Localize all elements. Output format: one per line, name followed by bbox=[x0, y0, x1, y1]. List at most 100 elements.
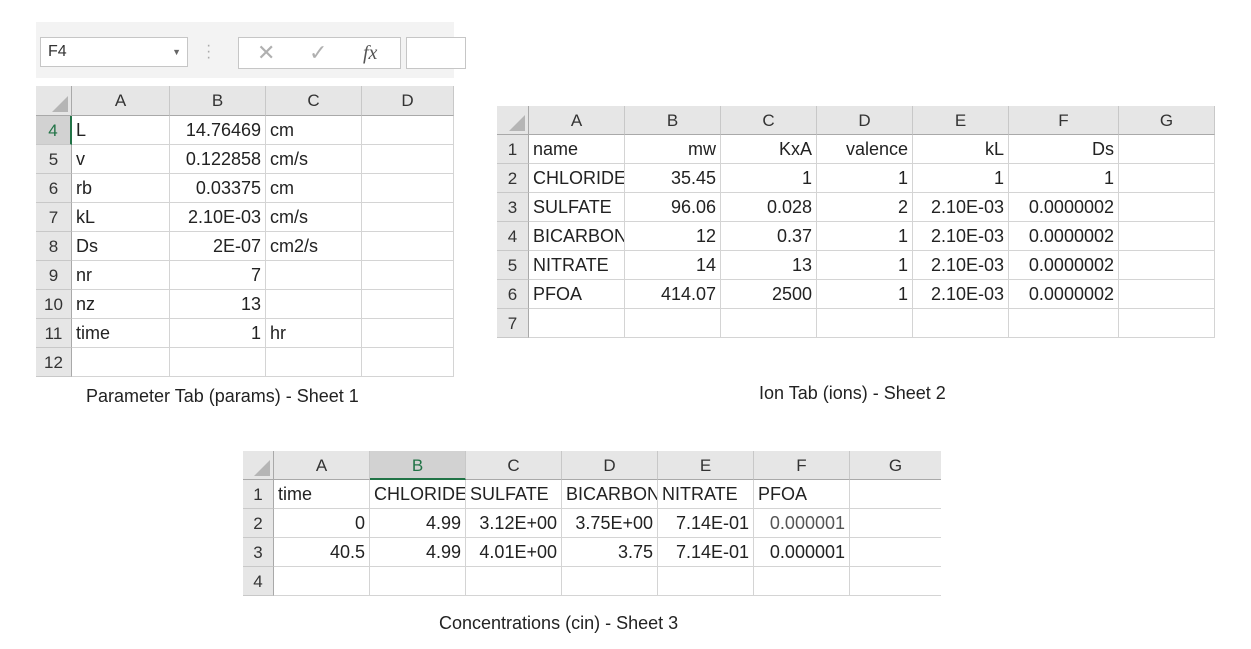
cell-e6[interactable]: 2.10E-03 bbox=[913, 280, 1009, 309]
cell-e4[interactable] bbox=[658, 567, 754, 596]
row-header-4[interactable]: 4 bbox=[36, 116, 72, 145]
row-header-7[interactable]: 7 bbox=[36, 203, 72, 232]
cell-b11[interactable]: 1 bbox=[170, 319, 266, 348]
cell-a9[interactable]: nr bbox=[72, 261, 170, 290]
cell-e1[interactable]: kL bbox=[913, 135, 1009, 164]
cell-g3[interactable] bbox=[1119, 193, 1215, 222]
cell-c7[interactable]: cm/s bbox=[266, 203, 362, 232]
row-header-3[interactable]: 3 bbox=[497, 193, 529, 222]
cell-a10[interactable]: nz bbox=[72, 290, 170, 319]
cell-e4[interactable]: 2.10E-03 bbox=[913, 222, 1009, 251]
cell-d4[interactable]: 1 bbox=[817, 222, 913, 251]
cell-c4[interactable]: 0.37 bbox=[721, 222, 817, 251]
cell-c2[interactable]: 1 bbox=[721, 164, 817, 193]
cell-a12[interactable] bbox=[72, 348, 170, 377]
cell-g2[interactable] bbox=[1119, 164, 1215, 193]
cell-d5[interactable]: 1 bbox=[817, 251, 913, 280]
cell-d6[interactable]: 1 bbox=[817, 280, 913, 309]
cell-f2[interactable]: 0.000001 bbox=[754, 509, 850, 538]
cell-c6[interactable]: cm bbox=[266, 174, 362, 203]
cell-d1[interactable]: BICARBON bbox=[562, 480, 658, 509]
cell-b7[interactable]: 2.10E-03 bbox=[170, 203, 266, 232]
cell-f1[interactable]: Ds bbox=[1009, 135, 1119, 164]
cell-c11[interactable]: hr bbox=[266, 319, 362, 348]
row-header-7[interactable]: 7 bbox=[497, 309, 529, 338]
cell-c1[interactable]: KxA bbox=[721, 135, 817, 164]
cell-e5[interactable]: 2.10E-03 bbox=[913, 251, 1009, 280]
row-header-2[interactable]: 2 bbox=[243, 509, 274, 538]
row-header-5[interactable]: 5 bbox=[497, 251, 529, 280]
cell-a8[interactable]: Ds bbox=[72, 232, 170, 261]
cell-g4[interactable] bbox=[1119, 222, 1215, 251]
cell-d3[interactable]: 3.75 bbox=[562, 538, 658, 567]
name-box[interactable]: F4 ▼ bbox=[40, 37, 188, 67]
cell-f4[interactable]: 0.0000002 bbox=[1009, 222, 1119, 251]
cell-d2[interactable]: 1 bbox=[817, 164, 913, 193]
cell-c5[interactable]: cm/s bbox=[266, 145, 362, 174]
cell-e1[interactable]: NITRATE bbox=[658, 480, 754, 509]
row-header-8[interactable]: 8 bbox=[36, 232, 72, 261]
cell-c9[interactable] bbox=[266, 261, 362, 290]
row-header-9[interactable]: 9 bbox=[36, 261, 72, 290]
row-header-2[interactable]: 2 bbox=[497, 164, 529, 193]
column-header-a[interactable]: A bbox=[72, 86, 170, 116]
cell-d9[interactable] bbox=[362, 261, 454, 290]
cell-b1[interactable]: mw bbox=[625, 135, 721, 164]
cell-d3[interactable]: 2 bbox=[817, 193, 913, 222]
cell-b4[interactable]: 14.76469 bbox=[170, 116, 266, 145]
cell-a4[interactable]: L bbox=[72, 116, 170, 145]
cell-e2[interactable]: 7.14E-01 bbox=[658, 509, 754, 538]
cell-d1[interactable]: valence bbox=[817, 135, 913, 164]
cell-b10[interactable]: 13 bbox=[170, 290, 266, 319]
cell-d2[interactable]: 3.75E+00 bbox=[562, 509, 658, 538]
cell-b4[interactable] bbox=[370, 567, 466, 596]
enter-icon[interactable]: ✓ bbox=[309, 39, 327, 67]
cell-b5[interactable]: 0.122858 bbox=[170, 145, 266, 174]
column-header-b[interactable]: B bbox=[625, 106, 721, 135]
cell-b1[interactable]: CHLORIDE bbox=[370, 480, 466, 509]
column-header-g[interactable]: G bbox=[850, 451, 941, 480]
cell-e2[interactable]: 1 bbox=[913, 164, 1009, 193]
cell-c12[interactable] bbox=[266, 348, 362, 377]
cell-b3[interactable]: 4.99 bbox=[370, 538, 466, 567]
cell-d12[interactable] bbox=[362, 348, 454, 377]
column-header-e[interactable]: E bbox=[913, 106, 1009, 135]
cell-b2[interactable]: 35.45 bbox=[625, 164, 721, 193]
cell-f6[interactable]: 0.0000002 bbox=[1009, 280, 1119, 309]
cell-a2[interactable]: 0 bbox=[274, 509, 370, 538]
cell-a6[interactable]: rb bbox=[72, 174, 170, 203]
cell-g7[interactable] bbox=[1119, 309, 1215, 338]
row-header-5[interactable]: 5 bbox=[36, 145, 72, 174]
column-header-g[interactable]: G bbox=[1119, 106, 1215, 135]
cell-a3[interactable]: 40.5 bbox=[274, 538, 370, 567]
cell-a3[interactable]: SULFATE bbox=[529, 193, 625, 222]
row-header-1[interactable]: 1 bbox=[243, 480, 274, 509]
select-all-corner[interactable] bbox=[497, 106, 529, 135]
cell-g5[interactable] bbox=[1119, 251, 1215, 280]
cell-c8[interactable]: cm2/s bbox=[266, 232, 362, 261]
cell-f3[interactable]: 0.0000002 bbox=[1009, 193, 1119, 222]
cell-d7[interactable] bbox=[817, 309, 913, 338]
cell-c7[interactable] bbox=[721, 309, 817, 338]
cell-e3[interactable]: 2.10E-03 bbox=[913, 193, 1009, 222]
column-header-d[interactable]: D bbox=[562, 451, 658, 480]
cell-d4[interactable] bbox=[562, 567, 658, 596]
more-options-icon[interactable]: · · · bbox=[206, 38, 212, 66]
cell-d4[interactable] bbox=[362, 116, 454, 145]
cell-d8[interactable] bbox=[362, 232, 454, 261]
cell-c4[interactable]: cm bbox=[266, 116, 362, 145]
cell-a7[interactable]: kL bbox=[72, 203, 170, 232]
cell-c6[interactable]: 2500 bbox=[721, 280, 817, 309]
column-header-c[interactable]: C bbox=[266, 86, 362, 116]
cell-f2[interactable]: 1 bbox=[1009, 164, 1119, 193]
insert-function-icon[interactable]: fx bbox=[363, 39, 377, 67]
cell-f5[interactable]: 0.0000002 bbox=[1009, 251, 1119, 280]
row-header-11[interactable]: 11 bbox=[36, 319, 72, 348]
cell-a1[interactable]: time bbox=[274, 480, 370, 509]
cell-e3[interactable]: 7.14E-01 bbox=[658, 538, 754, 567]
cell-c10[interactable] bbox=[266, 290, 362, 319]
row-header-12[interactable]: 12 bbox=[36, 348, 72, 377]
cell-d6[interactable] bbox=[362, 174, 454, 203]
cell-f7[interactable] bbox=[1009, 309, 1119, 338]
cell-b6[interactable]: 0.03375 bbox=[170, 174, 266, 203]
